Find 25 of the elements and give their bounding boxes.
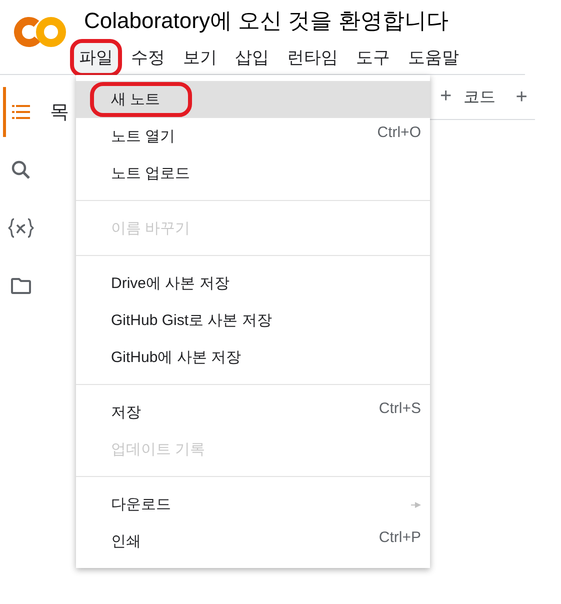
menu-entry[interactable]: GitHub Gist로 사본 저장	[76, 302, 430, 339]
add-button[interactable]: +	[516, 88, 528, 106]
menu-item[interactable]: 도움말	[399, 39, 468, 77]
menu-entry[interactable]: 노트 업로드	[76, 155, 430, 192]
menu-entry[interactable]: Drive에 사본 저장	[76, 265, 430, 302]
menu-item[interactable]: 런타임	[278, 39, 347, 77]
menu-entry[interactable]: 다운로드	[76, 486, 430, 523]
menu-entry[interactable]: 새 노트	[76, 81, 430, 118]
panel-title: 목	[50, 101, 69, 125]
menu-entry[interactable]: GitHub에 사본 저장	[76, 339, 430, 376]
colab-logo	[14, 15, 66, 49]
submenu-arrow-icon	[411, 502, 421, 508]
shortcut-hint: Ctrl+P	[378, 529, 421, 546]
menu-item[interactable]: 파일	[70, 39, 122, 77]
menu-entry[interactable]: 인쇄 Ctrl+P	[76, 523, 430, 560]
add-code-button[interactable]: + 코드	[440, 86, 496, 108]
menu-item[interactable]: 보기	[174, 39, 226, 77]
menu-item[interactable]: 도구	[347, 39, 399, 77]
shortcut-hint: Ctrl+S	[378, 400, 421, 417]
menu-item[interactable]: 삽입	[226, 39, 278, 77]
menu-entry[interactable]: 노트 열기 Ctrl+O	[76, 118, 430, 155]
notebook-title: Colaboratory에 오신 것을 환영합니다	[84, 7, 450, 35]
menu-item[interactable]: 수정	[122, 39, 174, 77]
shortcut-hint: Ctrl+O	[377, 124, 421, 141]
menu-entry[interactable]: 저장 Ctrl+S	[76, 394, 430, 431]
